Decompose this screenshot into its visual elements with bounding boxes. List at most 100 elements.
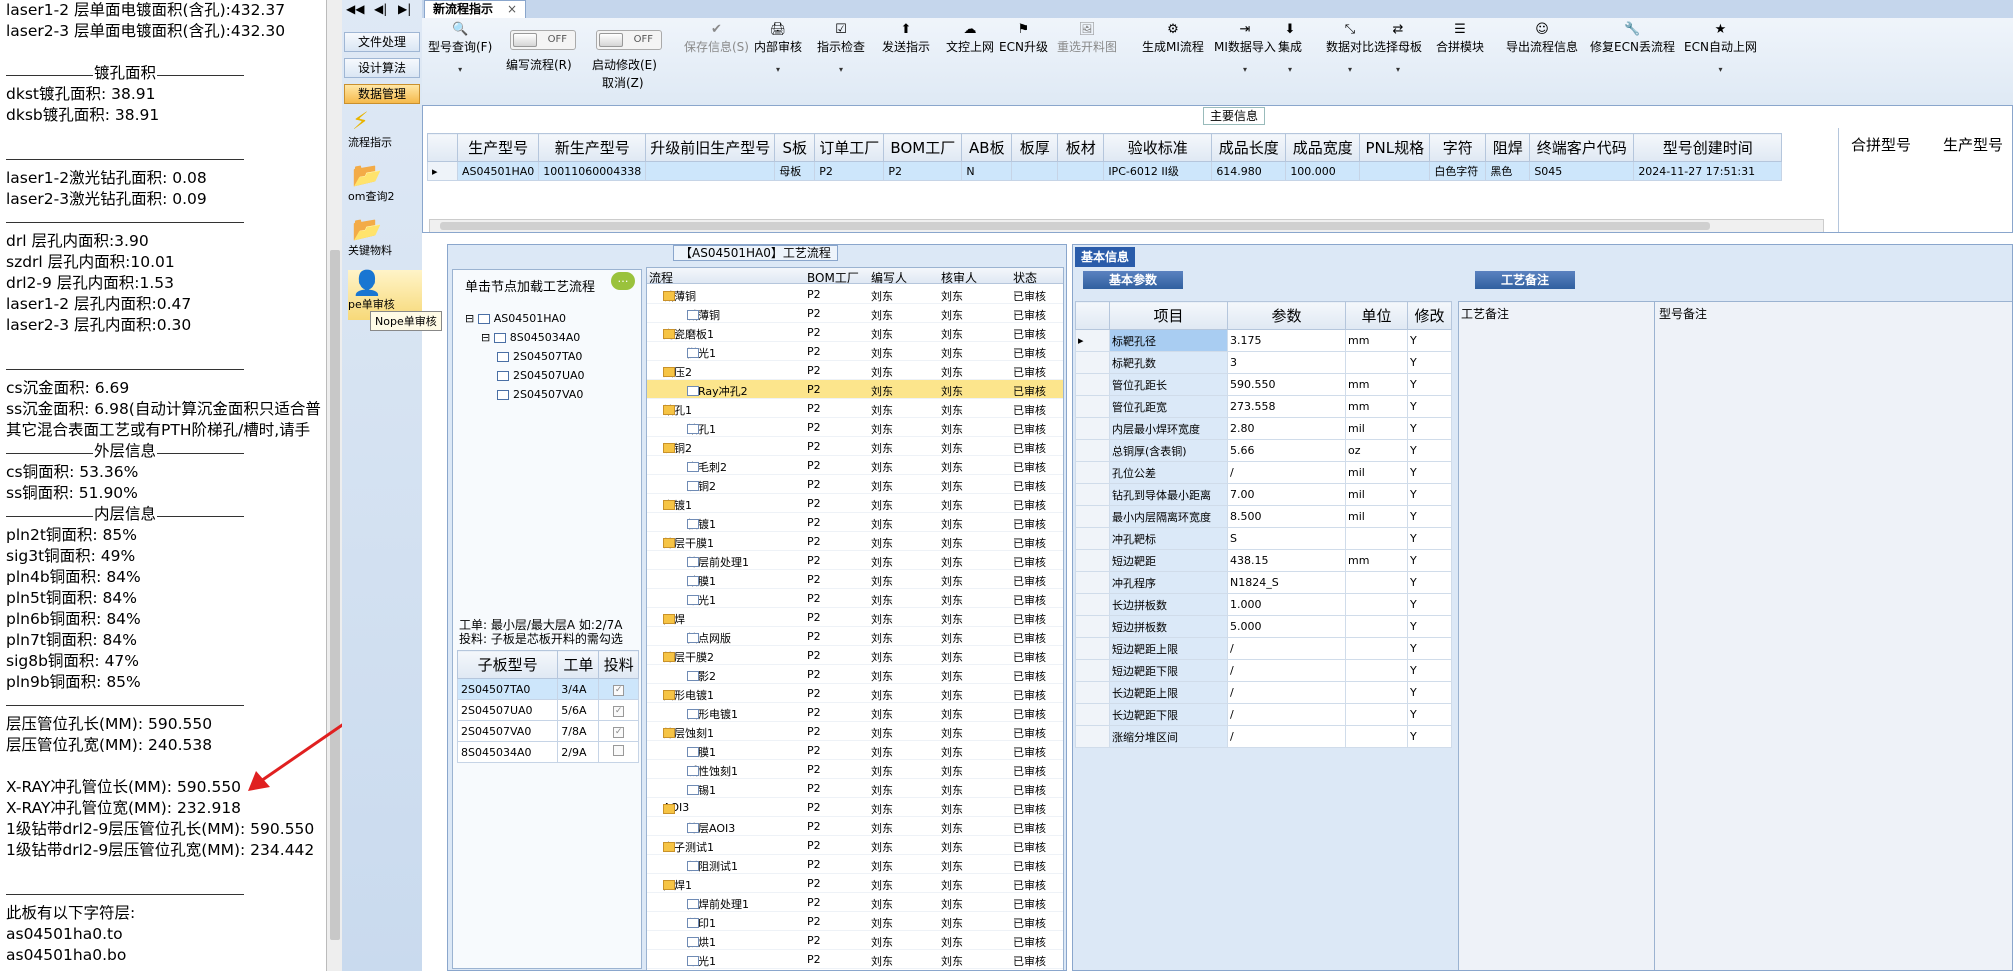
scrollbar-thumb[interactable] [440, 222, 1710, 230]
table-row[interactable]: 短边拼板数 5.000 Y [1075, 615, 1452, 638]
param-value[interactable]: 5.000 [1227, 615, 1346, 638]
chat-bubble-icon[interactable]: … [611, 272, 635, 290]
process-row[interactable]: 外层干膜1 P2 刘东 刘东 已审核 [647, 532, 1063, 551]
table-cell[interactable]: P2 [883, 161, 963, 181]
process-row[interactable]: 层压2 P2 刘东 刘东 已审核 [647, 361, 1063, 380]
toolbar-button[interactable]: ⬇ 集成 ▾ [1278, 22, 1302, 74]
table-cell[interactable]: IPC-6012 II级 [1103, 161, 1213, 181]
table-cell[interactable] [645, 161, 776, 181]
process-row[interactable]: 贴膜1 P2 刘东 刘东 已审核 [647, 570, 1063, 589]
param-value[interactable]: / [1227, 461, 1346, 484]
process-row[interactable]: 退锡1 P2 刘东 刘东 已审核 [647, 779, 1063, 798]
process-row[interactable]: 外层蚀刻1 P2 刘东 刘东 已审核 [647, 722, 1063, 741]
row-header[interactable] [1075, 483, 1110, 506]
table-row[interactable]: 总铜厚(含表铜) 5.66 oz Y [1075, 439, 1452, 462]
chevron-down-icon[interactable]: ▾ [428, 65, 492, 74]
process-row[interactable]: 丝印1 P2 刘东 刘东 已审核 [647, 912, 1063, 931]
row-header[interactable] [1075, 461, 1110, 484]
param-value[interactable]: 590.550 [1227, 373, 1346, 396]
param-value[interactable]: S [1227, 527, 1346, 550]
process-row[interactable]: 图形电镀1 P2 刘东 刘东 已审核 [647, 703, 1063, 722]
table-row[interactable]: 标靶孔数 3 Y [1075, 351, 1452, 374]
process-row[interactable]: 图形电镀1 P2 刘东 刘东 已审核 [647, 684, 1063, 703]
param-value[interactable]: 273.558 [1227, 395, 1346, 418]
process-row[interactable]: 外层前处理1 P2 刘东 刘东 已审核 [647, 551, 1063, 570]
process-row[interactable]: X-Ray冲孔2 P2 刘东 刘东 已审核 [647, 380, 1063, 399]
process-row[interactable]: 阻焊前处理1 P2 刘东 刘东 已审核 [647, 893, 1063, 912]
horizontal-scrollbar[interactable] [429, 219, 1824, 232]
row-header[interactable] [1075, 681, 1110, 704]
table-row[interactable]: 管位孔距长 590.550 mm Y [1075, 373, 1452, 396]
toolbar-button[interactable]: ⇥ MI数据导入 ▾ [1214, 22, 1276, 74]
scrollbar-thumb[interactable] [330, 250, 340, 940]
order-cell[interactable]: 5/6A [557, 699, 600, 721]
order-cell[interactable]: 3/4A [557, 678, 600, 700]
toolbar-button[interactable]: ✔ 保存信息(S) [684, 22, 749, 55]
process-row[interactable]: 沉铜2 P2 刘东 刘东 已审核 [647, 475, 1063, 494]
table-row[interactable]: 管位孔距宽 273.558 mm Y [1075, 395, 1452, 418]
chevron-down-icon[interactable]: ▾ [1326, 65, 1374, 74]
feed-checkbox[interactable]: ✓ [613, 706, 625, 717]
tree-node[interactable]: 2S04507UA0 [497, 369, 585, 382]
param-value[interactable]: 3.175 [1227, 329, 1346, 352]
nav-file-handling[interactable]: 文件处理 [344, 32, 420, 52]
nav-next-icon[interactable]: ▶| [398, 2, 411, 16]
row-header[interactable] [1075, 527, 1110, 550]
table-row[interactable]: ▸ 标靶孔径 3.175 mm Y [1075, 329, 1452, 352]
toolbar-button[interactable]: ☑ 指示检查 ▾ [817, 22, 865, 74]
process-row[interactable]: 阻焊 P2 刘东 刘东 已审核 [647, 608, 1063, 627]
process-row[interactable]: 低阻测试1 P2 刘东 刘东 已审核 [647, 855, 1063, 874]
row-header[interactable] [1075, 703, 1110, 726]
table-cell[interactable]: 白色字符 [1429, 161, 1487, 181]
toolbar-button[interactable]: ☰ 合拼模块 [1436, 22, 1484, 55]
process-row[interactable]: 外层干膜2 P2 刘东 刘东 已审核 [647, 646, 1063, 665]
table-cell[interactable]: N [961, 161, 1013, 181]
table-row[interactable]: 短边靶距 438.15 mm Y [1075, 549, 1452, 572]
feed-checkbox[interactable]: ✓ [613, 685, 625, 696]
table-row[interactable]: 短边靶距上限 / Y [1075, 637, 1452, 660]
row-header[interactable] [1075, 373, 1110, 396]
table-cell[interactable]: 黑色 [1485, 161, 1531, 181]
table-row[interactable]: 冲孔程序 N1824_S Y [1075, 571, 1452, 594]
param-value[interactable]: N1824_S [1227, 571, 1346, 594]
process-row[interactable]: 钻孔1 P2 刘东 刘东 已审核 [647, 399, 1063, 418]
process-row[interactable]: 减薄铜 P2 刘东 刘东 已审核 [647, 285, 1063, 304]
process-row[interactable]: AOI3 P2 刘东 刘东 已审核 [647, 798, 1063, 817]
process-row[interactable]: 去毛刺2 P2 刘东 刘东 已审核 [647, 456, 1063, 475]
table-row[interactable]: 短边靶距下限 / Y [1075, 659, 1452, 682]
table-cell[interactable]: 10011060004338 [538, 161, 647, 181]
tab-process-notes[interactable]: 工艺备注 [1475, 271, 1575, 289]
nav-first-icon[interactable]: ◀◀ [346, 2, 364, 16]
process-row[interactable]: 预烘1 P2 刘东 刘东 已审核 [647, 931, 1063, 950]
toolbar-button[interactable]: 🔍 型号查询(F) ▾ [428, 22, 492, 74]
param-value[interactable]: / [1227, 637, 1346, 660]
chevron-down-icon[interactable]: ▾ [1214, 65, 1276, 74]
table-row[interactable]: 孔位公差 / mil Y [1075, 461, 1452, 484]
table-cell[interactable]: P2 [814, 161, 885, 181]
row-header[interactable] [1075, 725, 1110, 748]
table-cell[interactable] [1011, 161, 1059, 181]
tab-basic-params[interactable]: 基本参数 [1083, 271, 1183, 289]
order-cell[interactable]: 2/9A [557, 741, 600, 763]
row-header[interactable] [1075, 439, 1110, 462]
tree-node[interactable]: ⊟ AS04501HA0 [465, 312, 566, 325]
table-row[interactable]: 长边拼板数 1.000 Y [1075, 593, 1452, 616]
param-value[interactable]: 2.80 [1227, 417, 1346, 440]
tree-expander-icon[interactable]: ⊟ [465, 312, 478, 325]
param-value[interactable]: / [1227, 659, 1346, 682]
toolbar-button[interactable]: ⚙ 生成MI流程 [1142, 22, 1204, 55]
toolbar-button[interactable]: 🖼 重选开料图 [1057, 22, 1117, 55]
close-icon[interactable]: × [507, 2, 517, 16]
process-row[interactable]: 陶瓷磨板1 P2 刘东 刘东 已审核 [647, 323, 1063, 342]
nav-prev-icon[interactable]: ◀| [374, 2, 387, 16]
table-row[interactable]: 2S04507VA0 7/8A ✓ [456, 720, 639, 742]
process-row[interactable]: 板镀1 P2 刘东 刘东 已审核 [647, 513, 1063, 532]
feed-checkbox[interactable] [613, 745, 625, 756]
toolbar-button[interactable]: 🔧 修复ECN丢流程 [1590, 22, 1675, 55]
row-header[interactable] [1075, 637, 1110, 660]
process-row[interactable]: 钻孔1 P2 刘东 刘东 已审核 [647, 418, 1063, 437]
nav-bom-query[interactable]: 📂 om查询2 [348, 162, 422, 204]
table-cell[interactable]: 614.980 [1211, 161, 1287, 181]
toolbar-button[interactable]: ★ ECN自动上网 ▾ [1684, 22, 1757, 74]
table-row[interactable]: 内层最小焊环宽度 2.80 mil Y [1075, 417, 1452, 440]
